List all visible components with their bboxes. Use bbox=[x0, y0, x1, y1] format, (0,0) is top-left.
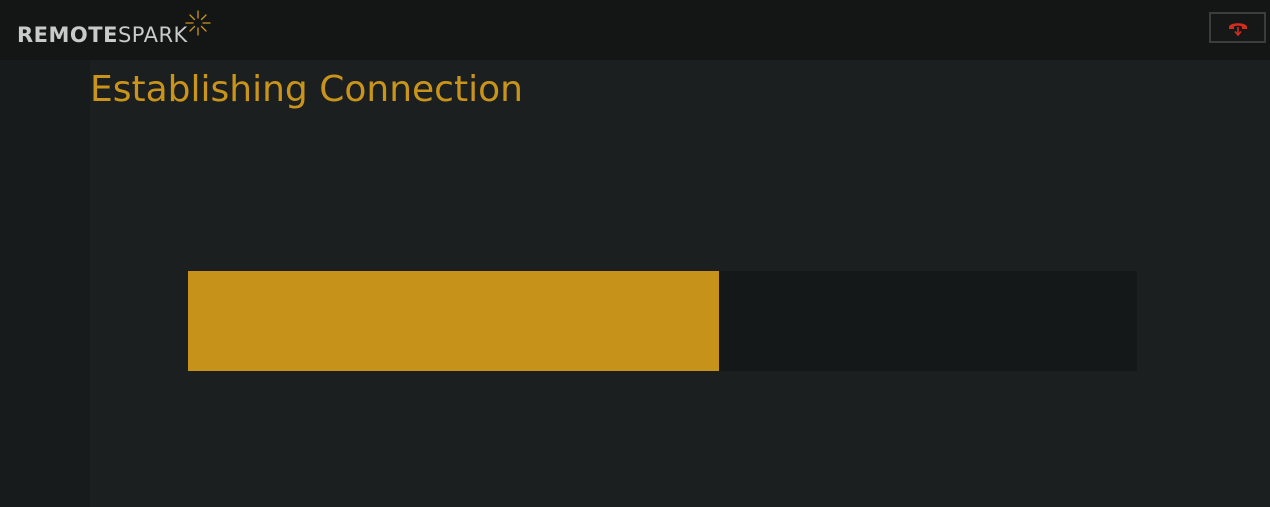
logo-text-light: SPARK bbox=[117, 23, 188, 47]
connection-progress-bar bbox=[188, 271, 1137, 371]
progress-bar-fill bbox=[188, 271, 720, 371]
disconnect-button[interactable] bbox=[1209, 12, 1266, 43]
logo-text-bold: REMOTE bbox=[17, 23, 118, 47]
main-panel: Establishing Connection bbox=[90, 60, 1270, 507]
phone-hangup-icon bbox=[1228, 22, 1247, 36]
remotespark-logo: REMOTESPARK bbox=[17, 22, 188, 48]
top-bar: REMOTESPARK bbox=[0, 0, 1270, 60]
page-title: Establishing Connection bbox=[90, 69, 523, 110]
spark-icon bbox=[185, 10, 211, 36]
left-sidebar bbox=[0, 60, 90, 507]
